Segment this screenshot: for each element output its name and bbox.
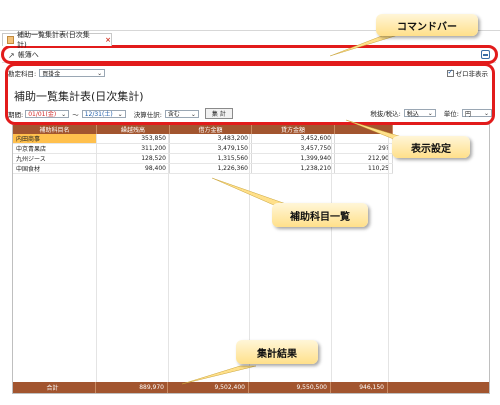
tab-report[interactable]: 補助一覧集計表(日次集計) × (2, 31, 112, 49)
document-icon (7, 36, 14, 44)
callout-totals: 集計結果 (236, 340, 318, 364)
callout-command-bar: コマンドバー (376, 14, 478, 36)
tab-title: 補助一覧集計表(日次集計) (16, 31, 90, 49)
callout-subaccount-list: 補助科目一覧 (272, 203, 368, 227)
callout-display-settings: 表示設定 (392, 136, 470, 158)
close-icon[interactable]: × (105, 36, 111, 44)
